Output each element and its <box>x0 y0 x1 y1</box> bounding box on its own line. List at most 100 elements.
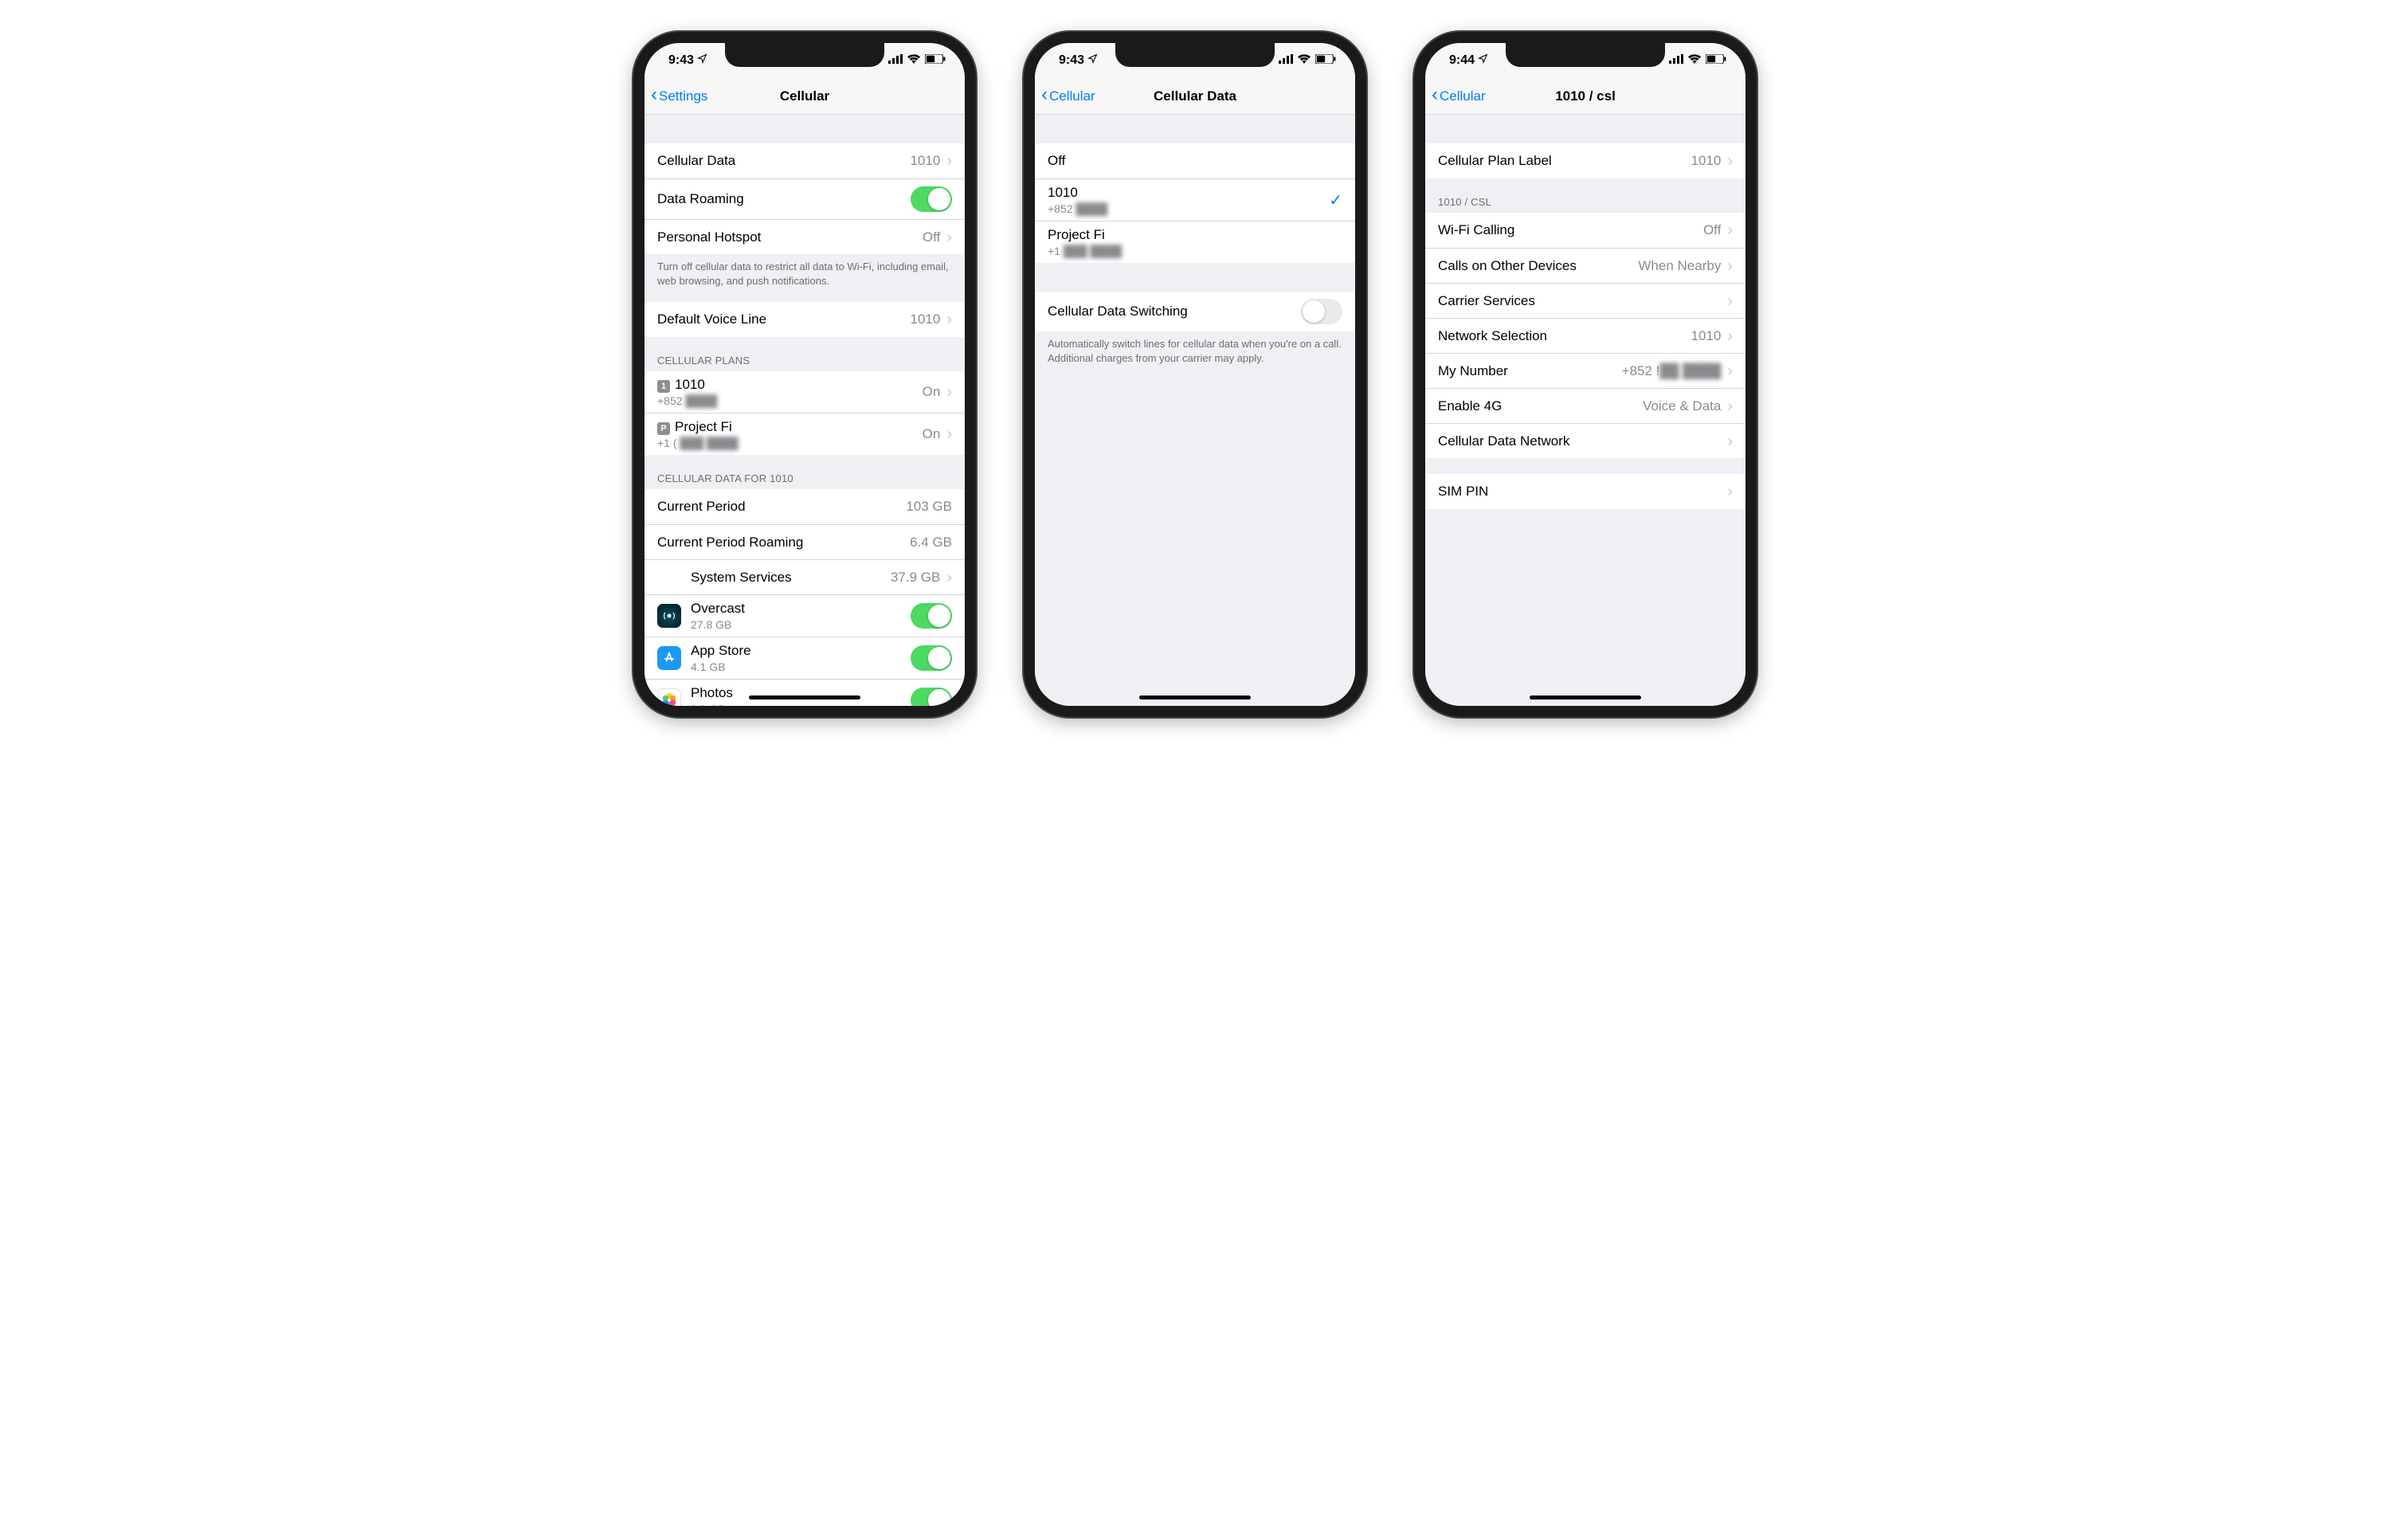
row-label: Data Roaming <box>657 191 911 207</box>
wifi-icon <box>1298 53 1311 68</box>
battery-icon <box>925 53 946 68</box>
back-button[interactable]: ‹ Cellular <box>1041 88 1095 104</box>
row-value: 103 GB <box>906 499 952 515</box>
line-name: 1010 <box>1048 185 1329 201</box>
chevron-right-icon: › <box>1727 258 1733 274</box>
app-usage-row[interactable]: Overcast 27.8 GB <box>645 594 965 637</box>
chevron-left-icon: ‹ <box>1041 85 1048 104</box>
row-value: +852 !██ ████ <box>1622 363 1722 379</box>
line-number: +852 ████ <box>1048 202 1329 215</box>
home-indicator[interactable] <box>1530 696 1641 699</box>
app-usage-row[interactable]: Photos 3.3 GB <box>645 679 965 706</box>
row-label: Personal Hotspot <box>657 229 923 245</box>
chevron-right-icon: › <box>1727 328 1733 344</box>
network-selection-row[interactable]: Network Selection 1010 › <box>1425 318 1745 353</box>
row-value: 1010 <box>911 312 941 327</box>
line-row[interactable]: Project Fi +1 ███ ████ <box>1035 221 1355 263</box>
back-button[interactable]: ‹ Cellular <box>1432 88 1486 104</box>
row-label: Enable 4G <box>1438 398 1643 414</box>
phone-1: 9:43 ‹ Settings Cellular Ce <box>633 32 976 717</box>
plan-badge: P <box>657 422 670 435</box>
nav-bar: ‹ Settings Cellular <box>645 78 965 115</box>
plan-status: On <box>923 384 941 400</box>
row-value: 6.4 GB <box>910 535 952 551</box>
row-value: 1010 <box>911 153 941 169</box>
line-row[interactable]: 1010 +852 ████ ✓ <box>1035 178 1355 221</box>
data-switching-row[interactable]: Cellular Data Switching <box>1035 292 1355 331</box>
enable-4g-row[interactable]: Enable 4G Voice & Data › <box>1425 388 1745 423</box>
plan-row[interactable]: PProject Fi +1 ( ███ ████ On › <box>645 413 965 455</box>
row-label: Cellular Plan Label <box>1438 153 1691 169</box>
chevron-right-icon: › <box>1727 153 1733 169</box>
plan-number: +852 ████ <box>657 394 923 407</box>
personal-hotspot-row[interactable]: Personal Hotspot Off › <box>645 219 965 254</box>
cellular-data-row[interactable]: Cellular Data 1010 › <box>645 143 965 178</box>
row-value: 1010 <box>1691 328 1722 344</box>
current-period-row: Current Period 103 GB <box>645 489 965 524</box>
wifi-calling-row[interactable]: Wi-Fi Calling Off › <box>1425 213 1745 248</box>
app-usage: 4.1 GB <box>691 660 911 673</box>
data-roaming-switch[interactable] <box>911 186 952 212</box>
location-icon <box>1478 53 1488 68</box>
data-switching-switch[interactable] <box>1301 299 1342 324</box>
plans-header: Cellular Plans <box>645 337 965 371</box>
chevron-right-icon: › <box>1727 484 1733 500</box>
nav-bar: ‹ Cellular Cellular Data <box>1035 78 1355 115</box>
chevron-right-icon: › <box>946 426 952 442</box>
default-voice-line-row[interactable]: Default Voice Line 1010 › <box>645 302 965 337</box>
back-button[interactable]: ‹ Settings <box>651 88 707 104</box>
app-usage-row[interactable]: App Store 4.1 GB <box>645 637 965 679</box>
line-name: Project Fi <box>1048 227 1342 243</box>
wifi-icon <box>907 53 920 68</box>
row-label: Cellular Data Network <box>1438 433 1721 449</box>
carrier-services-row[interactable]: Carrier Services › <box>1425 283 1745 318</box>
chevron-right-icon: › <box>1727 433 1733 449</box>
app-name: App Store <box>691 643 911 659</box>
plan-name: PProject Fi <box>657 419 923 435</box>
plan-badge: 1 <box>657 380 670 393</box>
app-switch[interactable] <box>911 645 952 671</box>
sim-pin-row[interactable]: SIM PIN › <box>1425 474 1745 509</box>
chevron-right-icon: › <box>946 153 952 169</box>
chevron-right-icon: › <box>1727 363 1733 379</box>
content[interactable]: Off 1010 +852 ████ ✓ Project Fi +1 ███ █… <box>1035 115 1355 706</box>
nav-bar: ‹ Cellular 1010 / csl <box>1425 78 1745 115</box>
row-label: System Services <box>691 570 891 586</box>
notch <box>1506 43 1665 67</box>
row-value: Off <box>923 229 940 245</box>
plan-label-row[interactable]: Cellular Plan Label 1010 › <box>1425 143 1745 178</box>
content[interactable]: Cellular Data 1010 › Data Roaming Person… <box>645 115 965 706</box>
roaming-period-row: Current Period Roaming 6.4 GB <box>645 524 965 559</box>
battery-icon <box>1315 53 1336 68</box>
signal-icon <box>1279 53 1293 68</box>
plan-row[interactable]: 11010 +852 ████ On › <box>645 371 965 413</box>
plan-status: On <box>923 426 941 442</box>
chevron-left-icon: ‹ <box>651 85 657 104</box>
app-switch[interactable] <box>911 603 952 629</box>
home-indicator[interactable] <box>1139 696 1251 699</box>
data-roaming-row[interactable]: Data Roaming <box>645 178 965 219</box>
signal-icon <box>888 53 903 68</box>
app-switch[interactable] <box>911 688 952 706</box>
row-label: SIM PIN <box>1438 484 1721 500</box>
chevron-right-icon: › <box>946 229 952 245</box>
notch <box>1115 43 1275 67</box>
plan-name: 11010 <box>657 377 923 393</box>
cellular-data-network-row[interactable]: Cellular Data Network › <box>1425 423 1745 458</box>
section-header: 1010 / CSL <box>1425 178 1745 213</box>
content[interactable]: Cellular Plan Label 1010 › 1010 / CSL Wi… <box>1425 115 1745 706</box>
calls-other-devices-row[interactable]: Calls on Other Devices When Nearby › <box>1425 248 1745 283</box>
app-usage: 27.8 GB <box>691 618 911 631</box>
row-label: Current Period Roaming <box>657 535 910 551</box>
status-time: 9:44 <box>1449 53 1475 68</box>
notch <box>725 43 884 67</box>
back-label: Cellular <box>1049 88 1095 104</box>
system-services-row[interactable]: System Services 37.9 GB › <box>645 559 965 594</box>
off-row[interactable]: Off <box>1035 143 1355 178</box>
my-number-row[interactable]: My Number +852 !██ ████ › <box>1425 353 1745 388</box>
home-indicator[interactable] <box>749 696 860 699</box>
signal-icon <box>1669 53 1683 68</box>
row-value: 1010 <box>1691 153 1722 169</box>
row-value: 37.9 GB <box>891 570 940 586</box>
back-label: Settings <box>659 88 707 104</box>
